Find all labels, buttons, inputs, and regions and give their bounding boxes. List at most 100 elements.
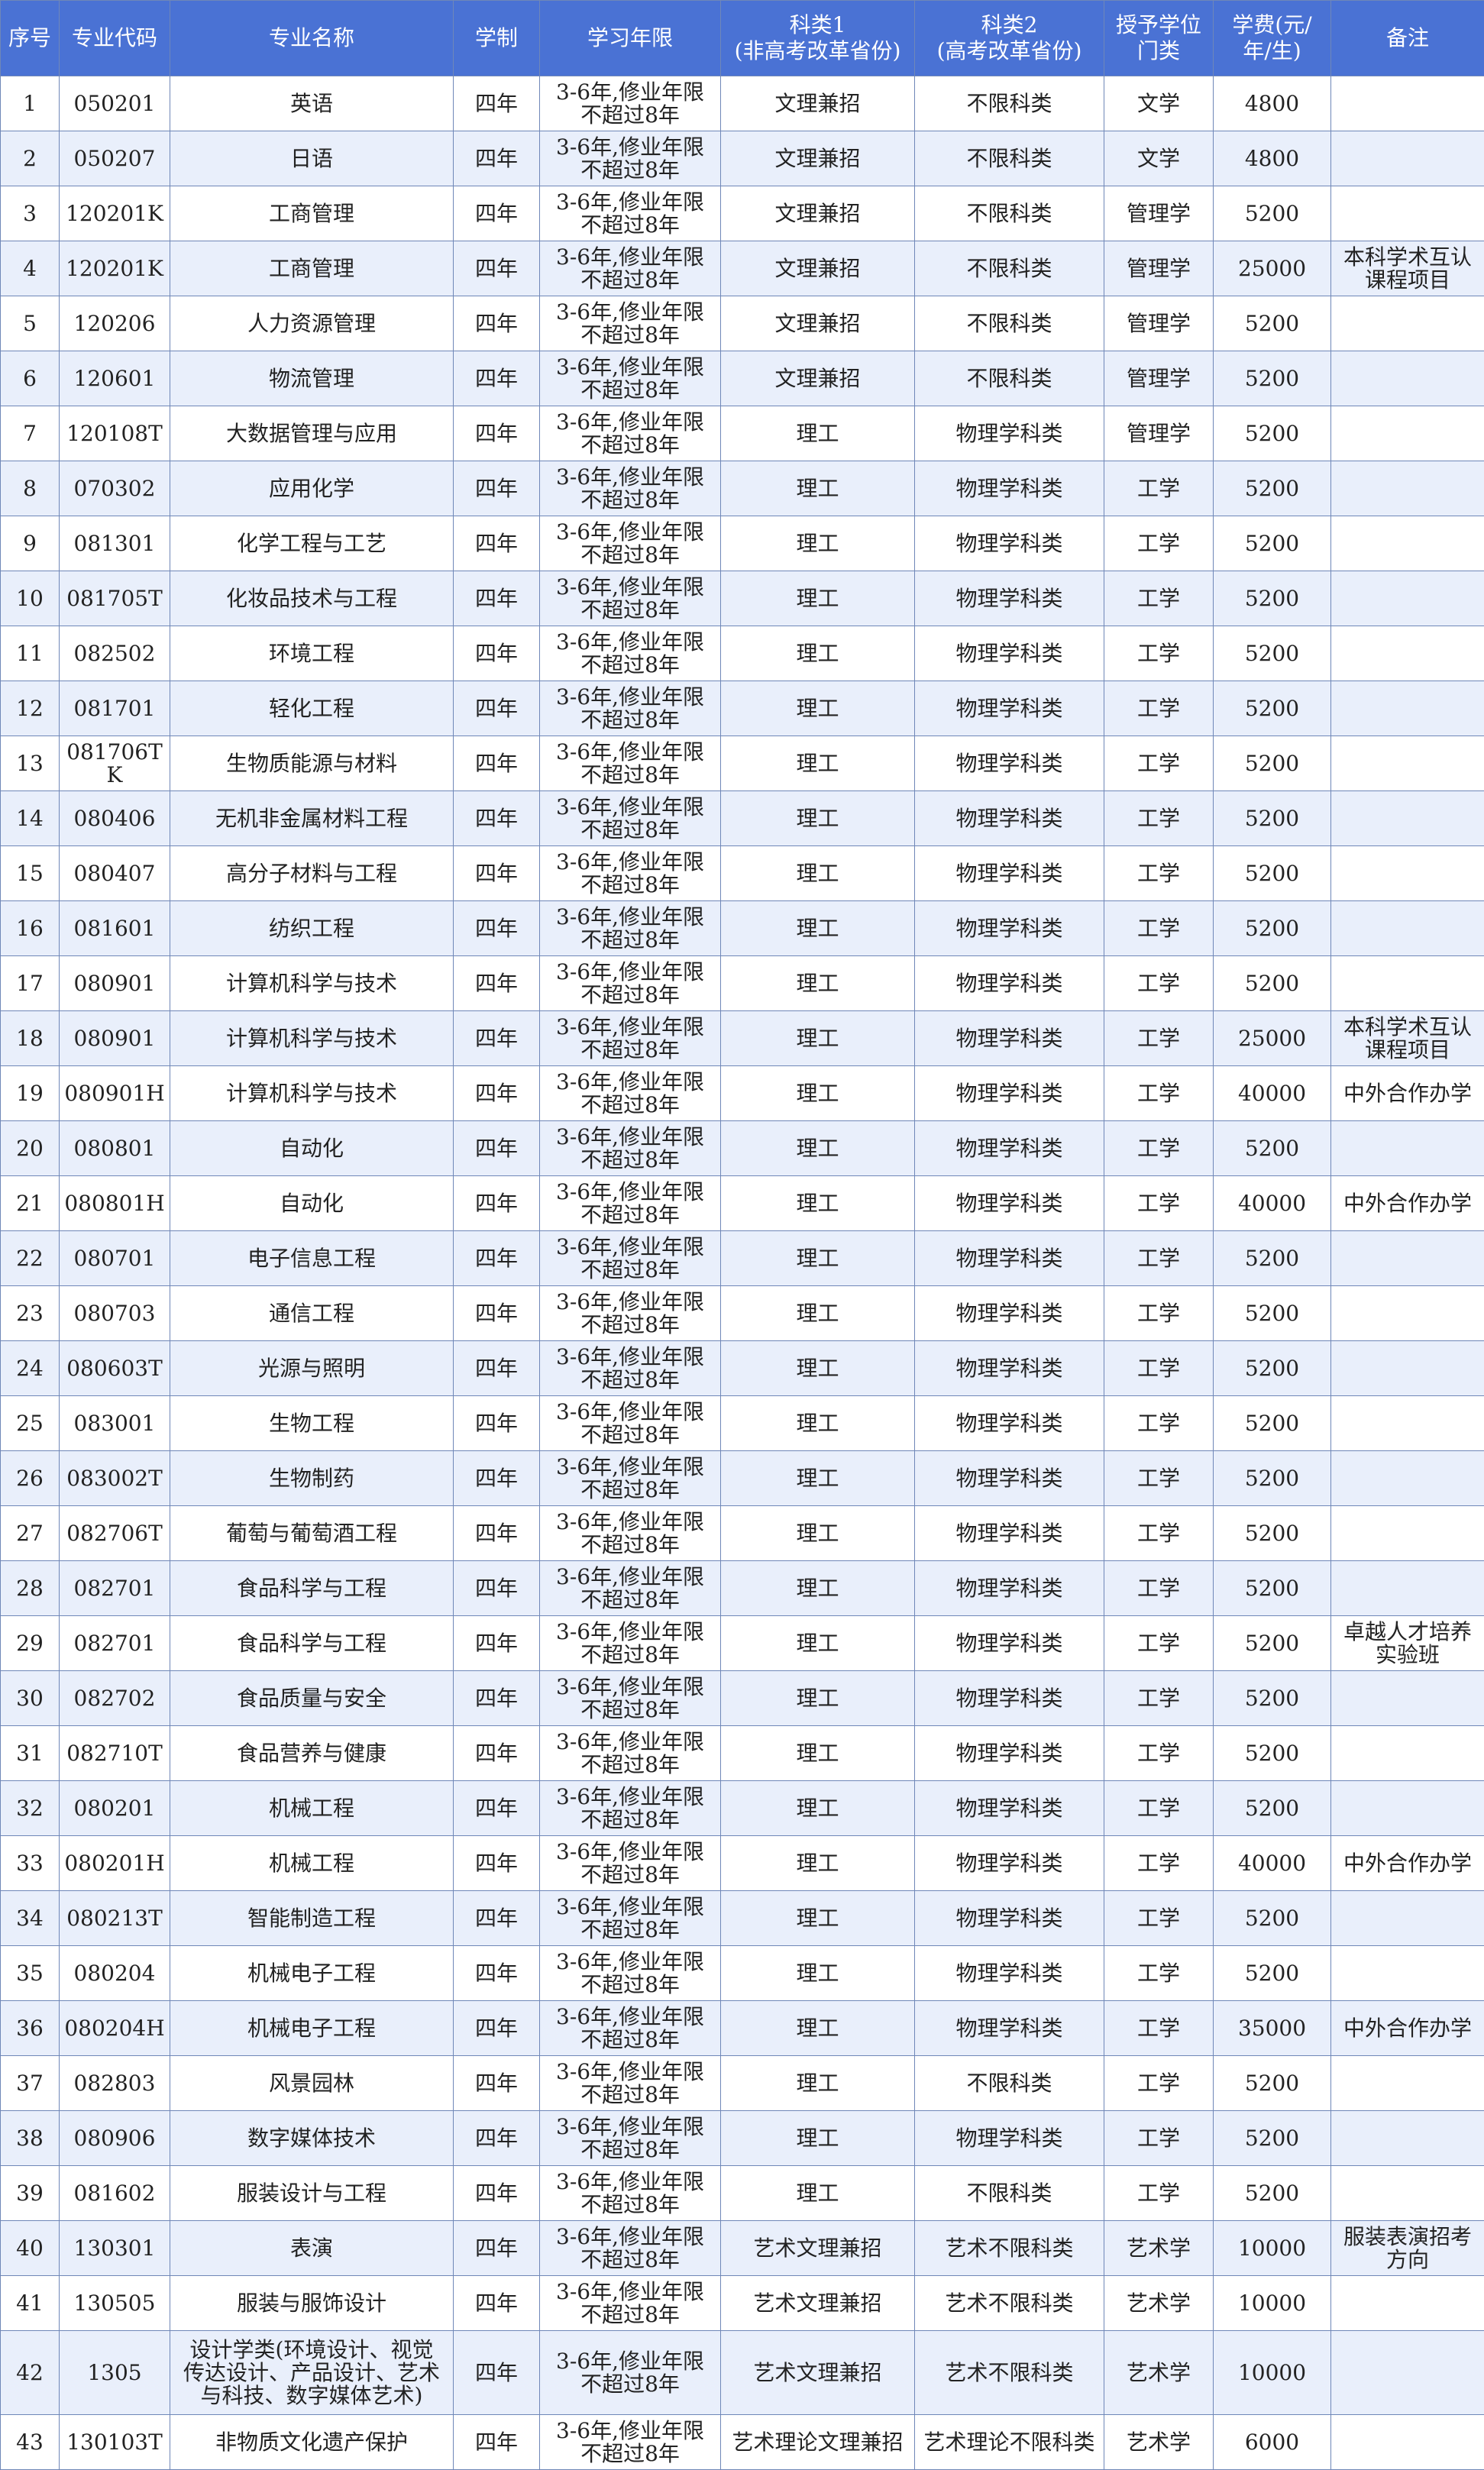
table-row: 19 080901H 计算机科学与技术 四年 3-6年,修业年限 不超过8年 理工 物理学科…: [0, 1065, 1484, 1121]
cell-category-1: 理工: [720, 2110, 915, 2166]
cell-major-code: 050207: [59, 131, 170, 186]
cell-major-name: 生物制药: [170, 1450, 454, 1506]
cell-index: 13: [0, 736, 60, 791]
cell-duration: 四年: [453, 1670, 540, 1726]
cell-remarks: [1330, 845, 1484, 901]
cell-study-years: 3-6年,修业年限 不超过8年: [539, 351, 721, 406]
cell-tuition: 5200: [1213, 1340, 1331, 1396]
cell-major-name: 纺织工程: [170, 900, 454, 956]
cell-duration: 四年: [453, 1725, 540, 1781]
cell-category-1: 艺术文理兼招: [720, 2330, 915, 2415]
cell-degree: 工学: [1104, 2000, 1214, 2056]
cell-study-years: 3-6年,修业年限 不超过8年: [539, 2110, 721, 2166]
cell-duration: 四年: [453, 681, 540, 736]
cell-category-2: 物理学科类: [914, 845, 1104, 901]
cell-index: 17: [0, 955, 60, 1011]
cell-major-name: 机械工程: [170, 1835, 454, 1891]
cell-category-2: 不限科类: [914, 351, 1104, 406]
cell-degree: 工学: [1104, 1780, 1214, 1836]
cell-major-name: 日语: [170, 131, 454, 186]
cell-index: 14: [0, 790, 60, 846]
cell-study-years: 3-6年,修业年限 不超过8年: [539, 1725, 721, 1781]
cell-major-name: 服装设计与工程: [170, 2165, 454, 2221]
cell-index: 34: [0, 1890, 60, 1946]
cell-study-years: 3-6年,修业年限 不超过8年: [539, 1450, 721, 1506]
cell-category-2: 物理学科类: [914, 1670, 1104, 1726]
cell-duration: 四年: [453, 845, 540, 901]
cell-major-code: 1305: [59, 2330, 170, 2415]
cell-degree: 工学: [1104, 516, 1214, 571]
cell-index: 10: [0, 571, 60, 626]
cell-category-1: 理工: [720, 1120, 915, 1176]
cell-tuition: 5200: [1213, 1560, 1331, 1616]
cell-index: 39: [0, 2165, 60, 2221]
cell-category-1: 理工: [720, 2055, 915, 2111]
cell-study-years: 3-6年,修业年限 不超过8年: [539, 1340, 721, 1396]
cell-tuition: 5200: [1213, 351, 1331, 406]
cell-degree: 工学: [1104, 955, 1214, 1011]
cell-index: 16: [0, 900, 60, 956]
cell-tuition: 5200: [1213, 516, 1331, 571]
cell-major-code: 080901H: [59, 1065, 170, 1121]
cell-duration: 四年: [453, 1395, 540, 1451]
cell-major-name: 服装与服饰设计: [170, 2275, 454, 2331]
cell-degree: 工学: [1104, 2110, 1214, 2166]
cell-major-code: 080603T: [59, 1340, 170, 1396]
cell-major-code: 130103T: [59, 2414, 170, 2470]
cell-study-years: 3-6年,修业年限 不超过8年: [539, 2220, 721, 2276]
cell-category-1: 理工: [720, 1175, 915, 1231]
cell-duration: 四年: [453, 955, 540, 1011]
cell-major-code: 080204: [59, 1945, 170, 2001]
cell-major-code: 080901: [59, 1010, 170, 1066]
cell-category-2: 物理学科类: [914, 736, 1104, 791]
cell-remarks: [1330, 1340, 1484, 1396]
cell-remarks: 中外合作办学: [1330, 1065, 1484, 1121]
cell-index: 19: [0, 1065, 60, 1121]
cell-remarks: [1330, 1450, 1484, 1506]
cell-duration: 四年: [453, 2414, 540, 2470]
table-row: 22 080701 电子信息工程 四年 3-6年,修业年限 不超过8年 理工 物理学科类 工学…: [0, 1230, 1484, 1286]
table-row: 7 120108T 大数据管理与应用 四年 3-6年,修业年限 不超过8年 理工 物理学科类…: [0, 406, 1484, 461]
cell-category-1: 理工: [720, 900, 915, 956]
cell-remarks: [1330, 76, 1484, 131]
cell-category-2: 物理学科类: [914, 1725, 1104, 1781]
cell-study-years: 3-6年,修业年限 不超过8年: [539, 186, 721, 241]
cell-degree: 工学: [1104, 1065, 1214, 1121]
cell-degree: 工学: [1104, 681, 1214, 736]
cell-degree: 艺术学: [1104, 2414, 1214, 2470]
cell-category-1: 理工: [720, 1670, 915, 1726]
cell-index: 11: [0, 626, 60, 681]
cell-study-years: 3-6年,修业年限 不超过8年: [539, 1560, 721, 1616]
cell-duration: 四年: [453, 900, 540, 956]
cell-tuition: 10000: [1213, 2330, 1331, 2415]
cell-category-2: 艺术不限科类: [914, 2220, 1104, 2276]
cell-category-1: 理工: [720, 1725, 915, 1781]
cell-category-1: 理工: [720, 1450, 915, 1506]
cell-major-name: 工商管理: [170, 186, 454, 241]
cell-major-code: 080213T: [59, 1890, 170, 1946]
cell-major-name: 非物质文化遗产保护: [170, 2414, 454, 2470]
cell-tuition: 5200: [1213, 1945, 1331, 2001]
cell-category-2: 物理学科类: [914, 1285, 1104, 1341]
table-row: 5 120206 人力资源管理 四年 3-6年,修业年限 不超过8年 文理兼招 不限科类 管理…: [0, 296, 1484, 351]
cell-duration: 四年: [453, 1285, 540, 1341]
cell-duration: 四年: [453, 2275, 540, 2331]
cell-index: 42: [0, 2330, 60, 2415]
cell-category-2: 物理学科类: [914, 1395, 1104, 1451]
header-category-2: 科类2 (高考改革省份): [914, 0, 1104, 76]
table-row: 34 080213T 智能制造工程 四年 3-6年,修业年限 不超过8年 理工 物理学科类工…: [0, 1890, 1484, 1946]
cell-category-2: 不限科类: [914, 131, 1104, 186]
cell-category-2: 物理学科类: [914, 1450, 1104, 1506]
cell-degree: 工学: [1104, 1670, 1214, 1726]
cell-duration: 四年: [453, 2000, 540, 2056]
cell-category-2: 物理学科类: [914, 1560, 1104, 1616]
cell-index: 26: [0, 1450, 60, 1506]
cell-index: 36: [0, 2000, 60, 2056]
cell-category-2: 物理学科类: [914, 1010, 1104, 1066]
cell-tuition: 5200: [1213, 1780, 1331, 1836]
cell-tuition: 4800: [1213, 131, 1331, 186]
cell-index: 30: [0, 1670, 60, 1726]
cell-tuition: 5200: [1213, 461, 1331, 516]
cell-degree: 工学: [1104, 1835, 1214, 1891]
cell-duration: 四年: [453, 1175, 540, 1231]
